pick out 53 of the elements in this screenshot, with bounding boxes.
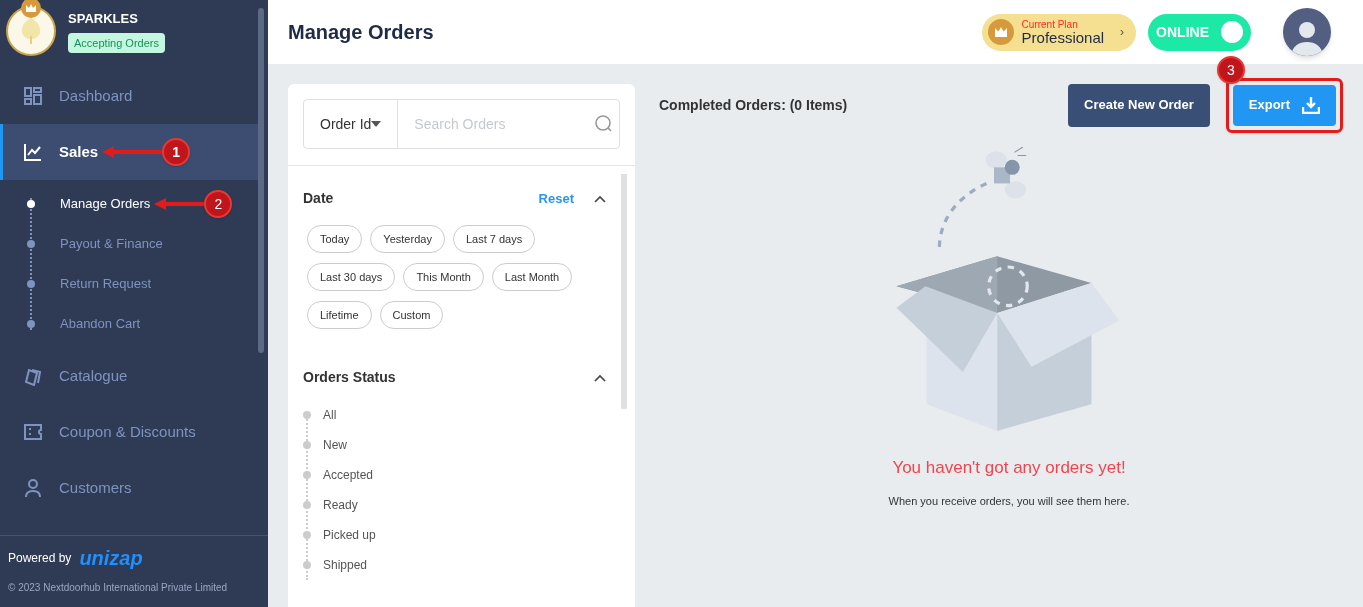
search-type-dropdown[interactable]: Order Id (304, 100, 399, 148)
grid-icon (23, 86, 43, 106)
sub-nav-item[interactable]: Payout & Finance (60, 234, 163, 254)
chevron-up-icon (594, 194, 606, 203)
copyright-text: © 2023 Nextdoorhub International Private Limited (8, 581, 229, 595)
nav-item[interactable]: Dashboard (0, 68, 268, 124)
status-option[interactable]: All (323, 406, 337, 424)
step-number-badge: 1 (162, 138, 191, 166)
nav-label: Dashboard (59, 85, 133, 106)
store-status: Accepting Orders (68, 32, 165, 53)
ticket-icon (23, 422, 43, 442)
empty-title: You haven't got any orders yet! (892, 457, 1126, 479)
status-option[interactable]: Accepted (323, 466, 374, 484)
status-option[interactable]: New (323, 436, 347, 454)
orders-heading: Completed Orders: (0 Items) (659, 95, 849, 115)
brand-logo: unizap (79, 546, 143, 571)
step-number-badge: 2 (204, 190, 233, 218)
section-title: Orders Status (303, 368, 397, 387)
section-title: Date (303, 189, 335, 208)
nav-item[interactable]: Coupon & Discounts (0, 404, 268, 460)
nav-label: Catalogue (59, 365, 128, 386)
download-icon (1302, 96, 1320, 114)
tag-icon (23, 366, 43, 386)
sub-nav-item[interactable]: Return Request (60, 274, 152, 294)
nav-label: Coupon & Discounts (59, 421, 196, 442)
plan-button[interactable]: Current Plan Professional › (981, 13, 1137, 51)
caret-icon (371, 121, 382, 127)
store-name: SPARKLES (68, 10, 139, 28)
arrow-icon (102, 145, 163, 159)
person-icon (23, 478, 43, 498)
status-option[interactable]: Ready (323, 496, 358, 514)
search-icon (595, 115, 614, 133)
crown-icon (21, 0, 41, 18)
page-title: Manage Orders (288, 20, 435, 45)
nav-item[interactable]: Customers (0, 460, 268, 516)
status-option[interactable]: Shipped (323, 556, 368, 574)
powered-by-text: Powered by (8, 550, 72, 566)
plan-name: Professional (1021, 29, 1105, 45)
empty-text: When you receive orders, you will see them here. (888, 493, 1130, 509)
plan-label: Current Plan (1021, 19, 1078, 30)
search-field[interactable]: Search Orders (414, 113, 596, 135)
nav-item[interactable]: Catalogue (0, 348, 268, 404)
arrow-icon (154, 197, 205, 211)
nav-item[interactable]: Sales 1 (0, 124, 258, 180)
status-option[interactable]: Picked up (323, 526, 376, 544)
crown-icon (987, 19, 1014, 45)
chevron-right-icon: › (1120, 24, 1125, 40)
line-chart-icon (23, 142, 43, 162)
nav-label: Customers (59, 477, 132, 498)
sub-nav-item[interactable]: Abandon Cart (60, 314, 141, 334)
avatar[interactable] (1283, 8, 1331, 56)
create-order-button[interactable]: Create New Order (1068, 83, 1210, 127)
chevron-up-icon (594, 373, 606, 382)
